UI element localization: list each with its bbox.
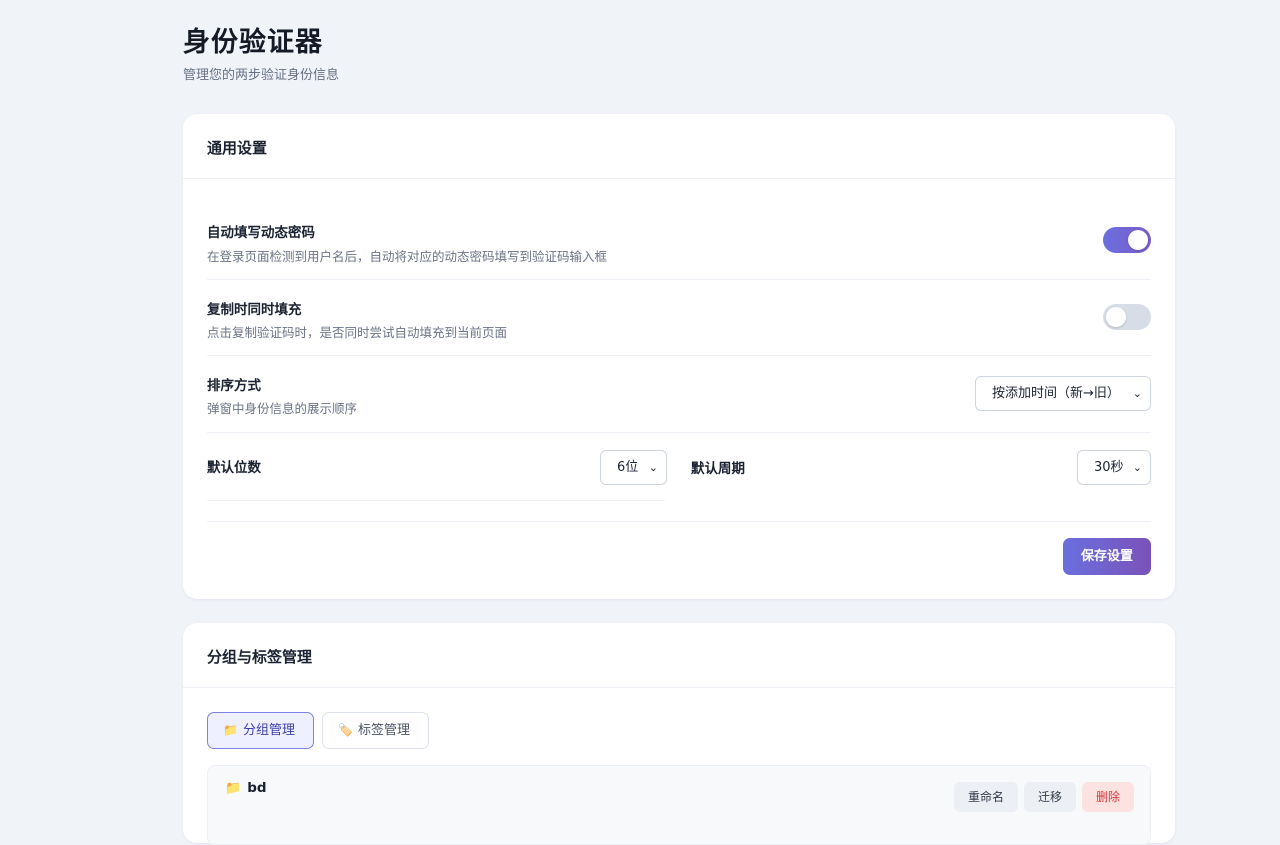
chevron-down-icon: ⌄ — [1132, 461, 1142, 474]
period-select-value: 30秒 — [1094, 460, 1124, 475]
general-settings-card: 通用设置 自动填写动态密码 在登录页面检测到用户名后，自动将对应的动态密码填写到… — [183, 114, 1175, 599]
digits-select[interactable]: 6位 ⌄ — [600, 450, 667, 485]
tab-label: 标签管理 — [357, 723, 410, 738]
page-subtitle: 管理您的两步验证身份信息 — [183, 68, 340, 83]
folder-icon: 📁 — [225, 781, 242, 796]
autofill-title: 自动填写动态密码 — [207, 225, 315, 241]
copy-fill-toggle[interactable] — [1103, 304, 1151, 330]
divider — [207, 521, 1151, 522]
divider — [207, 355, 1151, 356]
digits-select-value: 6位 — [617, 460, 639, 475]
copy-fill-setting-row: 复制时同时填充 点击复制验证码时，是否同时尝试自动填充到当前页面 — [207, 296, 1151, 352]
autofill-toggle[interactable] — [1103, 227, 1151, 253]
sort-select[interactable]: 按添加时间（新→旧） ⌄ — [975, 376, 1151, 411]
toggle-knob — [1106, 307, 1126, 327]
digits-title: 默认位数 — [207, 460, 261, 476]
toggle-knob — [1128, 230, 1148, 250]
group-list-item: 📁 bd 重命名 迁移 删除 — [207, 765, 1151, 845]
autofill-desc: 在登录页面检测到用户名后，自动将对应的动态密码填写到验证码输入框 — [207, 249, 608, 264]
copy-fill-desc: 点击复制验证码时，是否同时尝试自动填充到当前页面 — [207, 325, 508, 340]
tag-icon: 🏷️ — [338, 723, 353, 737]
group-name-label: bd — [247, 780, 267, 796]
group-name: 📁 bd — [225, 780, 267, 796]
tab-group-management[interactable]: 📁 分组管理 — [207, 712, 314, 749]
folder-icon: 📁 — [223, 723, 238, 737]
save-settings-button[interactable]: 保存设置 — [1063, 538, 1151, 575]
chevron-down-icon: ⌄ — [648, 461, 658, 474]
autofill-setting-row: 自动填写动态密码 在登录页面检测到用户名后，自动将对应的动态密码填写到验证码输入… — [207, 219, 1151, 275]
sort-desc: 弹窗中身份信息的展示顺序 — [207, 401, 358, 416]
copy-fill-title: 复制时同时填充 — [207, 302, 302, 318]
page-title: 身份验证器 — [183, 27, 323, 58]
divider — [207, 279, 1151, 280]
divider — [207, 500, 665, 501]
chevron-down-icon: ⌄ — [1132, 387, 1142, 400]
period-title: 默认周期 — [691, 461, 745, 477]
tab-label: 分组管理 — [242, 723, 295, 738]
sort-select-value: 按添加时间（新→旧） — [992, 386, 1120, 401]
move-button[interactable]: 迁移 — [1024, 782, 1076, 812]
divider — [207, 432, 1151, 433]
rename-button[interactable]: 重命名 — [954, 782, 1018, 812]
tab-tag-management[interactable]: 🏷️ 标签管理 — [322, 712, 429, 749]
groups-tags-card: 分组与标签管理 📁 分组管理 🏷️ 标签管理 📁 bd 重命名 迁移 删除 — [183, 623, 1175, 845]
sort-setting-row: 排序方式 弹窗中身份信息的展示顺序 按添加时间（新→旧） ⌄ — [207, 372, 1151, 428]
groups-tags-heading: 分组与标签管理 — [183, 623, 1175, 688]
sort-title: 排序方式 — [207, 378, 261, 394]
general-settings-heading: 通用设置 — [183, 114, 1175, 179]
period-select[interactable]: 30秒 ⌄ — [1077, 450, 1151, 485]
defaults-row: 默认位数 6位 ⌄ 默认周期 30秒 ⌄ — [207, 450, 1151, 490]
delete-button[interactable]: 删除 — [1082, 782, 1134, 812]
